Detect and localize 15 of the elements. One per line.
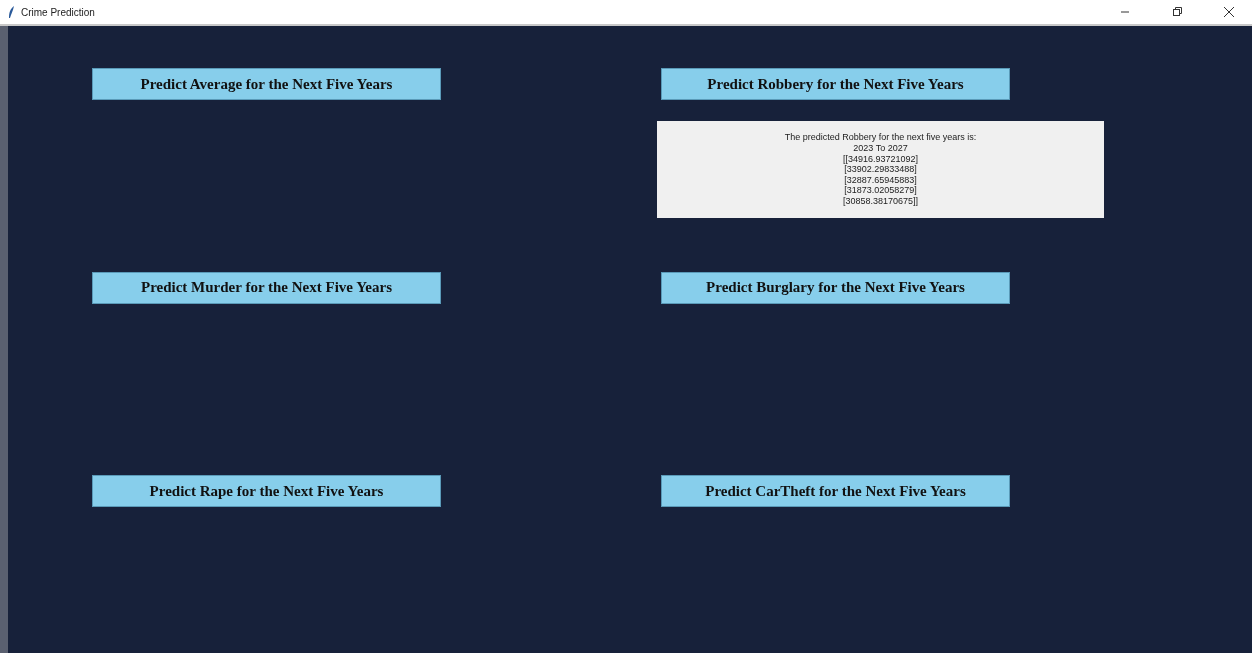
result-line: [30858.38170675]] — [842, 196, 919, 207]
result-line: [32887.65945883] — [844, 174, 917, 186]
result-line: 2023 To 2027 — [853, 143, 908, 154]
result-line: The predicted Robbery for the next five years is: — [784, 132, 977, 143]
window-title: Crime Prediction — [21, 6, 96, 18]
result-line: [[34916.93721092] — [842, 153, 919, 165]
result-line: [31873.02058279] — [844, 185, 917, 196]
predict-button[interactable]: Predict Murder for the Next Five Years — [92, 271, 441, 304]
feather-icon — [8, 6, 15, 18]
predict-button[interactable]: Predict Average for the Next Five Years — [92, 68, 441, 100]
predict-button[interactable]: Predict Rape for the Next Five Years — [92, 475, 441, 507]
result-line: [33902.29833488] — [844, 164, 917, 175]
predict-button[interactable]: Predict Burglary for the Next Five Years — [661, 271, 1010, 304]
predict-button[interactable]: Predict Robbery for the Next Five Years — [661, 68, 1010, 100]
predict-button[interactable]: Predict CarTheft for the Next Five Years — [661, 475, 1010, 507]
